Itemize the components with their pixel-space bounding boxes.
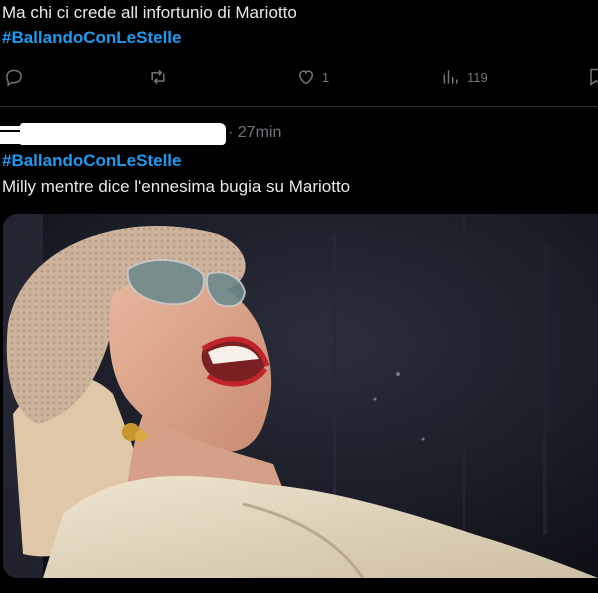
tweet-timestamp[interactable]: · 27min [228, 124, 281, 142]
laughing-woman-image [3, 214, 598, 578]
hashtag-link[interactable]: #BallandoConLeStelle [2, 150, 181, 172]
tweet-divider [0, 106, 598, 107]
bookmark-icon [590, 68, 598, 86]
views-button[interactable]: 119 [441, 62, 488, 92]
reply-icon [6, 69, 22, 87]
tweet-text: Milly mentre dice l'ennesima bugia su Ma… [2, 177, 351, 196]
retweet-button[interactable] [148, 62, 168, 92]
redacted-username [0, 118, 226, 148]
tweet-actions: 1 119 [0, 62, 598, 92]
reply-button[interactable] [4, 62, 24, 92]
tweet-text: Ma chi ci crede all infortunio di Mariot… [2, 3, 297, 22]
retweet-icon [151, 69, 165, 85]
like-button[interactable]: 1 [296, 62, 329, 92]
like-count: 1 [322, 69, 330, 85]
hashtag-link[interactable]: #BallandoConLeStelle [2, 27, 181, 49]
heart-icon [298, 70, 314, 85]
bookmark-button[interactable] [586, 62, 598, 92]
views-count: 119 [467, 69, 488, 85]
tweet-media-image[interactable] [3, 214, 598, 578]
views-icon [443, 70, 458, 84]
